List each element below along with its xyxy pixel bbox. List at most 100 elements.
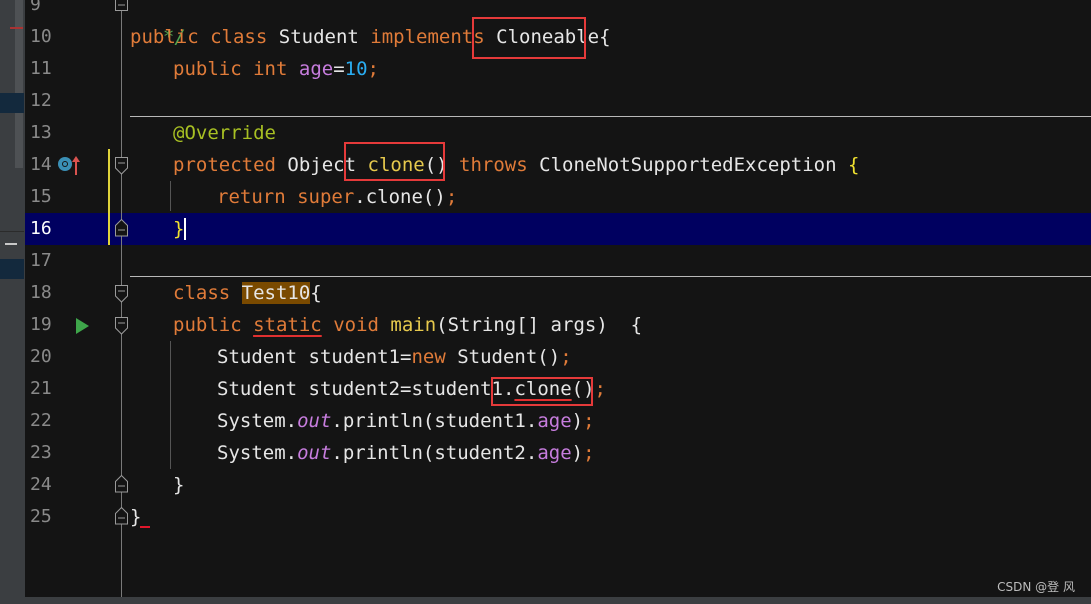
code-line-24[interactable]: } xyxy=(173,469,184,501)
keyword-token: protected xyxy=(173,154,276,176)
error-marker xyxy=(140,526,150,528)
parens-token: ) xyxy=(571,442,584,464)
fold-start-marker[interactable] xyxy=(115,317,128,335)
line-number: 13 xyxy=(30,122,52,143)
text-caret xyxy=(184,218,186,240)
implements-up-arrow-icon[interactable] xyxy=(71,155,81,175)
statement-token: Student student2=student1 xyxy=(217,378,503,400)
keyword-token: class xyxy=(173,282,231,304)
keyword-token: return xyxy=(217,186,286,208)
code-line-25[interactable]: } xyxy=(130,501,141,533)
scrollbar-thumb[interactable] xyxy=(15,0,23,168)
watermark: CSDN @登 风 xyxy=(997,580,1075,594)
keyword-token: public xyxy=(130,26,199,48)
brace-token: } xyxy=(173,218,185,240)
class-name-token-highlighted: Test10 xyxy=(241,282,311,304)
keyword-token: implements xyxy=(370,26,485,48)
method-call-token: .println(student2. xyxy=(331,442,538,464)
code-line-15[interactable]: return super.clone(); xyxy=(217,181,457,213)
line-number: 23 xyxy=(30,442,52,463)
semicolon-token: ; xyxy=(367,58,379,80)
field-token: age xyxy=(298,58,334,80)
code-line-16[interactable]: } xyxy=(173,213,184,245)
keyword-token: public xyxy=(173,314,242,336)
indent-guide xyxy=(170,341,171,469)
fold-start-marker[interactable] xyxy=(115,157,128,175)
keyword-token: super xyxy=(297,186,355,208)
fold-end-marker[interactable] xyxy=(115,475,128,493)
brace-token: { xyxy=(310,282,322,304)
annotation-token: @Override xyxy=(173,122,276,144)
fold-end-marker[interactable] xyxy=(115,0,128,13)
semicolon-token: ; xyxy=(594,378,606,400)
brace-token: } xyxy=(130,506,142,528)
editor-gutter[interactable]: 9 10 11 12 13 14 15 16 17 18 19 20 21 22… xyxy=(25,0,125,597)
method-name-token: main xyxy=(390,314,437,336)
brace-token: } xyxy=(173,474,185,496)
class-ref-token: System. xyxy=(217,410,298,432)
line-number: 21 xyxy=(30,378,52,399)
keyword-token: new xyxy=(411,346,446,368)
indent-guide xyxy=(170,181,171,211)
line-number-current: 16 xyxy=(30,218,52,239)
method-call-token: .clone() xyxy=(354,186,446,208)
static-field-token: out xyxy=(297,410,332,432)
line-number: 12 xyxy=(30,90,52,111)
code-line-20[interactable]: Student student1=new Student(); xyxy=(217,341,572,373)
keyword-token: class xyxy=(210,26,268,48)
line-number: 11 xyxy=(30,58,52,79)
line-number: 20 xyxy=(30,346,52,367)
highlight-box-clone-method xyxy=(344,142,445,181)
line-number: 25 xyxy=(30,506,52,527)
brace-token: { xyxy=(848,154,860,176)
code-line-19[interactable]: public static void main(String[] args) { xyxy=(173,309,642,341)
code-line-22[interactable]: System.out.println(student1.age); xyxy=(217,405,595,437)
parens-token: ) xyxy=(571,410,584,432)
line-number: 22 xyxy=(30,410,52,431)
class-name-token: Student xyxy=(278,26,359,48)
semicolon-token: ; xyxy=(583,442,595,464)
constructor-call-token: Student() xyxy=(445,346,561,368)
line-number: 15 xyxy=(30,186,52,207)
line-number: 10 xyxy=(30,26,52,47)
keyword-token: public xyxy=(173,58,242,80)
vcs-change-marker[interactable] xyxy=(108,149,110,245)
semicolon-token: ; xyxy=(560,346,572,368)
panel-divider xyxy=(0,231,24,232)
left-tool-strip xyxy=(0,0,25,604)
panel-selection-highlight xyxy=(0,259,24,279)
line-number: 19 xyxy=(30,314,52,335)
fold-end-marker[interactable] xyxy=(115,507,128,525)
panel-selection-highlight xyxy=(0,93,24,113)
highlight-box-clone-call xyxy=(491,377,593,406)
code-line-23[interactable]: System.out.println(student2.age); xyxy=(217,437,595,469)
operator-token: = xyxy=(333,58,345,80)
statement-token: Student student1= xyxy=(217,346,412,368)
keyword-token-error: static xyxy=(253,314,322,336)
bottom-scrollbar[interactable] xyxy=(0,597,1091,604)
line-number: 17 xyxy=(30,250,52,271)
line-number: 24 xyxy=(30,474,52,495)
fold-start-marker[interactable] xyxy=(115,285,128,303)
code-line-13[interactable]: @Override xyxy=(173,117,276,149)
code-line-14[interactable]: protected Object clone() throws CloneNot… xyxy=(173,149,859,181)
brace-token: { xyxy=(599,26,611,48)
override-icon[interactable] xyxy=(58,157,72,171)
highlight-box-cloneable xyxy=(472,17,586,59)
field-token: age xyxy=(537,410,572,432)
code-line-11[interactable]: public int age=10; xyxy=(173,53,379,85)
line-number: 9 xyxy=(30,0,41,15)
exception-type-token: CloneNotSupportedException xyxy=(539,154,837,176)
params-token: (String[] args) { xyxy=(436,314,643,336)
field-token: age xyxy=(537,442,572,464)
fold-end-marker[interactable] xyxy=(115,219,128,237)
static-field-token: out xyxy=(297,442,332,464)
number-token: 10 xyxy=(344,58,368,80)
keyword-token: void xyxy=(333,314,379,336)
line-number: 18 xyxy=(30,282,52,303)
keyword-token: int xyxy=(253,58,288,80)
error-stripe-mark[interactable] xyxy=(10,27,23,29)
code-line-18[interactable]: class Test10{ xyxy=(173,277,322,309)
run-icon[interactable] xyxy=(76,318,89,334)
collapse-icon[interactable] xyxy=(5,243,17,245)
